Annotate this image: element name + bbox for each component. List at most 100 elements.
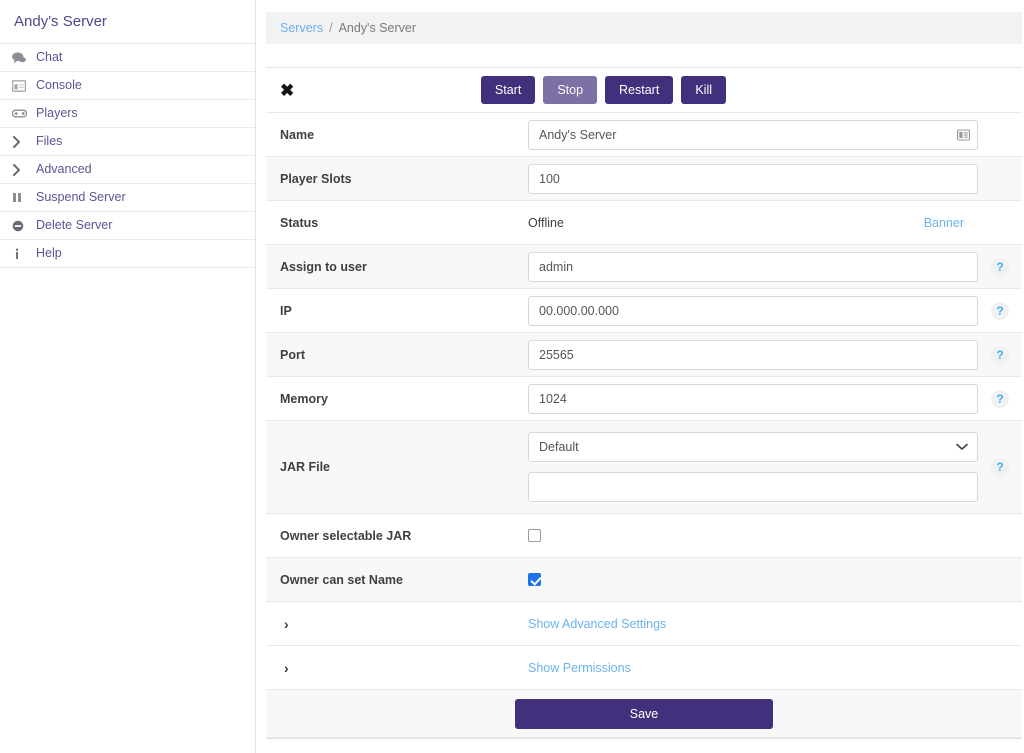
row-show-advanced-settings[interactable]: › Show Advanced Settings — [266, 602, 1022, 646]
row-player-slots: Player Slots — [266, 157, 1022, 201]
assign-to-user-label: Assign to user — [280, 259, 367, 274]
port-input[interactable] — [528, 339, 978, 370]
status-label: Status — [280, 215, 319, 230]
console-window-icon — [12, 79, 32, 92]
gamepad-icon — [12, 109, 32, 118]
player-slots-input[interactable] — [528, 163, 978, 194]
ip-label: IP — [280, 303, 292, 318]
chevron-right-icon: › — [284, 615, 289, 632]
row-memory: Memory ? — [266, 377, 1022, 421]
sidebar-item-delete-server[interactable]: Delete Server — [0, 212, 255, 240]
name-input[interactable] — [528, 119, 978, 150]
breadcrumb-current: Andy's Server — [338, 21, 416, 35]
help-icon[interactable]: ? — [991, 389, 1009, 408]
sidebar-item-files[interactable]: Files — [0, 128, 255, 156]
sidebar-item-label: Advanced — [36, 162, 92, 177]
row-name: Name — [266, 113, 1022, 157]
owner-can-set-name-label: Owner can set Name — [280, 572, 403, 587]
help-icon[interactable]: ? — [991, 345, 1009, 364]
jar-file-custom-input[interactable] — [528, 472, 978, 502]
chevron-right-icon — [12, 163, 32, 176]
ip-input[interactable] — [528, 295, 978, 326]
sidebar-title: Andy's Server — [0, 0, 255, 44]
row-status: Status Offline Banner — [266, 201, 1022, 245]
save-button[interactable]: Save — [515, 698, 773, 729]
help-icon[interactable]: ? — [991, 257, 1009, 276]
jar-file-help-cell: ? — [978, 458, 1022, 476]
sidebar-item-suspend-server[interactable]: Suspend Server — [0, 184, 255, 212]
kill-button[interactable]: Kill — [681, 76, 726, 104]
jar-file-field-cell: Default — [528, 421, 978, 513]
status-field-cell: Offline Banner — [528, 216, 978, 230]
jar-file-select[interactable]: Default — [528, 432, 978, 462]
memory-field-cell — [528, 383, 978, 414]
address-card-icon[interactable] — [957, 129, 970, 140]
name-field-cell — [528, 119, 978, 150]
breadcrumb: Servers / Andy's Server — [266, 12, 1022, 44]
server-action-buttons: Start Stop Restart Kill — [480, 76, 1008, 104]
owner-can-set-name-field-cell — [528, 573, 978, 586]
row-owner-can-set-name: Owner can set Name — [266, 558, 1022, 602]
name-input-wrap — [528, 119, 978, 150]
sidebar-item-chat[interactable]: Chat — [0, 44, 255, 72]
owner-can-set-name-checkbox[interactable] — [528, 573, 541, 586]
server-actions-row: ✖ Start Stop Restart Kill — [266, 68, 1022, 113]
show-permissions-cell: Show Permissions — [528, 661, 978, 675]
close-icon[interactable]: ✖ — [280, 82, 294, 99]
help-icon[interactable]: ? — [991, 301, 1009, 320]
row-jar-file: JAR File Default ? — [266, 421, 1022, 514]
memory-help-cell: ? — [978, 389, 1022, 408]
row-save: Save — [266, 690, 1022, 738]
row-owner-selectable-jar: Owner selectable JAR — [266, 514, 1022, 558]
sidebar-item-label: Console — [36, 78, 82, 93]
owner-selectable-jar-field-cell — [528, 529, 978, 542]
assign-to-user-input[interactable] — [528, 251, 978, 282]
banner-link[interactable]: Banner — [924, 216, 964, 230]
minus-circle-icon — [12, 220, 32, 232]
pause-icon — [12, 192, 32, 203]
ip-field-cell — [528, 295, 978, 326]
owner-selectable-jar-checkbox[interactable] — [528, 529, 541, 542]
player-slots-label: Player Slots — [280, 171, 352, 186]
show-advanced-settings-link[interactable]: Show Advanced Settings — [528, 617, 666, 631]
show-permissions-link[interactable]: Show Permissions — [528, 661, 631, 675]
owner-selectable-jar-label: Owner selectable JAR — [280, 528, 412, 543]
stop-button[interactable]: Stop — [543, 76, 598, 104]
port-label: Port — [280, 347, 305, 362]
start-button[interactable]: Start — [480, 76, 536, 104]
sidebar-item-help[interactable]: Help — [0, 240, 255, 268]
sidebar-item-console[interactable]: Console — [0, 72, 255, 100]
player-slots-field-cell — [528, 163, 978, 194]
sidebar-item-players[interactable]: Players — [0, 100, 255, 128]
assign-to-user-field-cell — [528, 251, 978, 282]
app-root: Andy's Server Chat Console Players Files — [0, 0, 1024, 753]
port-field-cell — [528, 339, 978, 370]
row-show-permissions[interactable]: › Show Permissions — [266, 646, 1022, 690]
main-content: Servers / Andy's Server ✖ Start Stop Res… — [256, 0, 1024, 753]
port-help-cell: ? — [978, 345, 1022, 364]
show-advanced-settings-cell: Show Advanced Settings — [528, 617, 978, 631]
help-icon[interactable]: ? — [991, 458, 1009, 476]
memory-input[interactable] — [528, 383, 978, 414]
sidebar-item-advanced[interactable]: Advanced — [0, 156, 255, 184]
comments-icon — [12, 51, 32, 64]
row-assign-to-user: Assign to user ? — [266, 245, 1022, 289]
server-settings-panel: ✖ Start Stop Restart Kill Name Andy's Se… — [266, 67, 1022, 739]
row-ip: IP ? — [266, 289, 1022, 333]
breadcrumb-separator: / — [329, 21, 333, 35]
sidebar: Andy's Server Chat Console Players Files — [0, 0, 256, 753]
breadcrumb-link-servers[interactable]: Servers — [280, 21, 323, 35]
jar-file-select-wrap: Default — [528, 432, 978, 462]
sidebar-item-label: Help — [36, 246, 62, 261]
chevron-right-icon — [12, 135, 32, 148]
assign-to-user-help-cell: ? — [978, 257, 1022, 276]
jar-file-stack: Default — [528, 421, 978, 513]
chevron-right-icon: › — [284, 659, 289, 676]
sidebar-item-label: Players — [36, 106, 78, 121]
memory-label: Memory — [280, 391, 328, 406]
ip-help-cell: ? — [978, 301, 1022, 320]
status-value: Offline — [528, 215, 564, 230]
sidebar-item-label: Suspend Server — [36, 190, 126, 205]
row-port: Port ? — [266, 333, 1022, 377]
restart-button[interactable]: Restart — [605, 76, 674, 104]
